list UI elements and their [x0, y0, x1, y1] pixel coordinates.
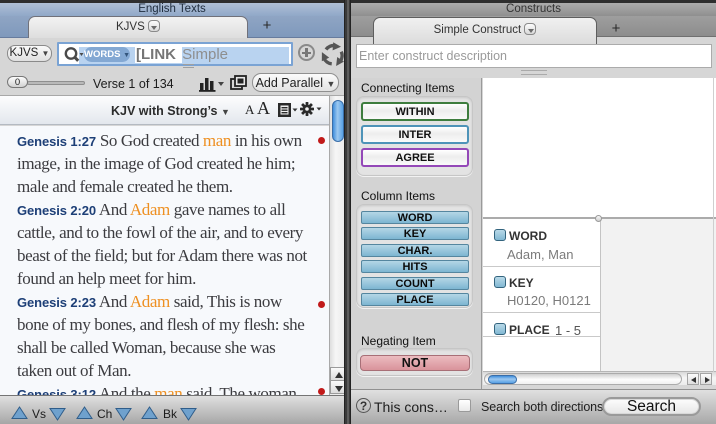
svg-text:Bk: Bk — [163, 407, 178, 421]
svg-text:Vs: Vs — [32, 407, 46, 421]
svg-text:Ch: Ch — [97, 407, 112, 421]
